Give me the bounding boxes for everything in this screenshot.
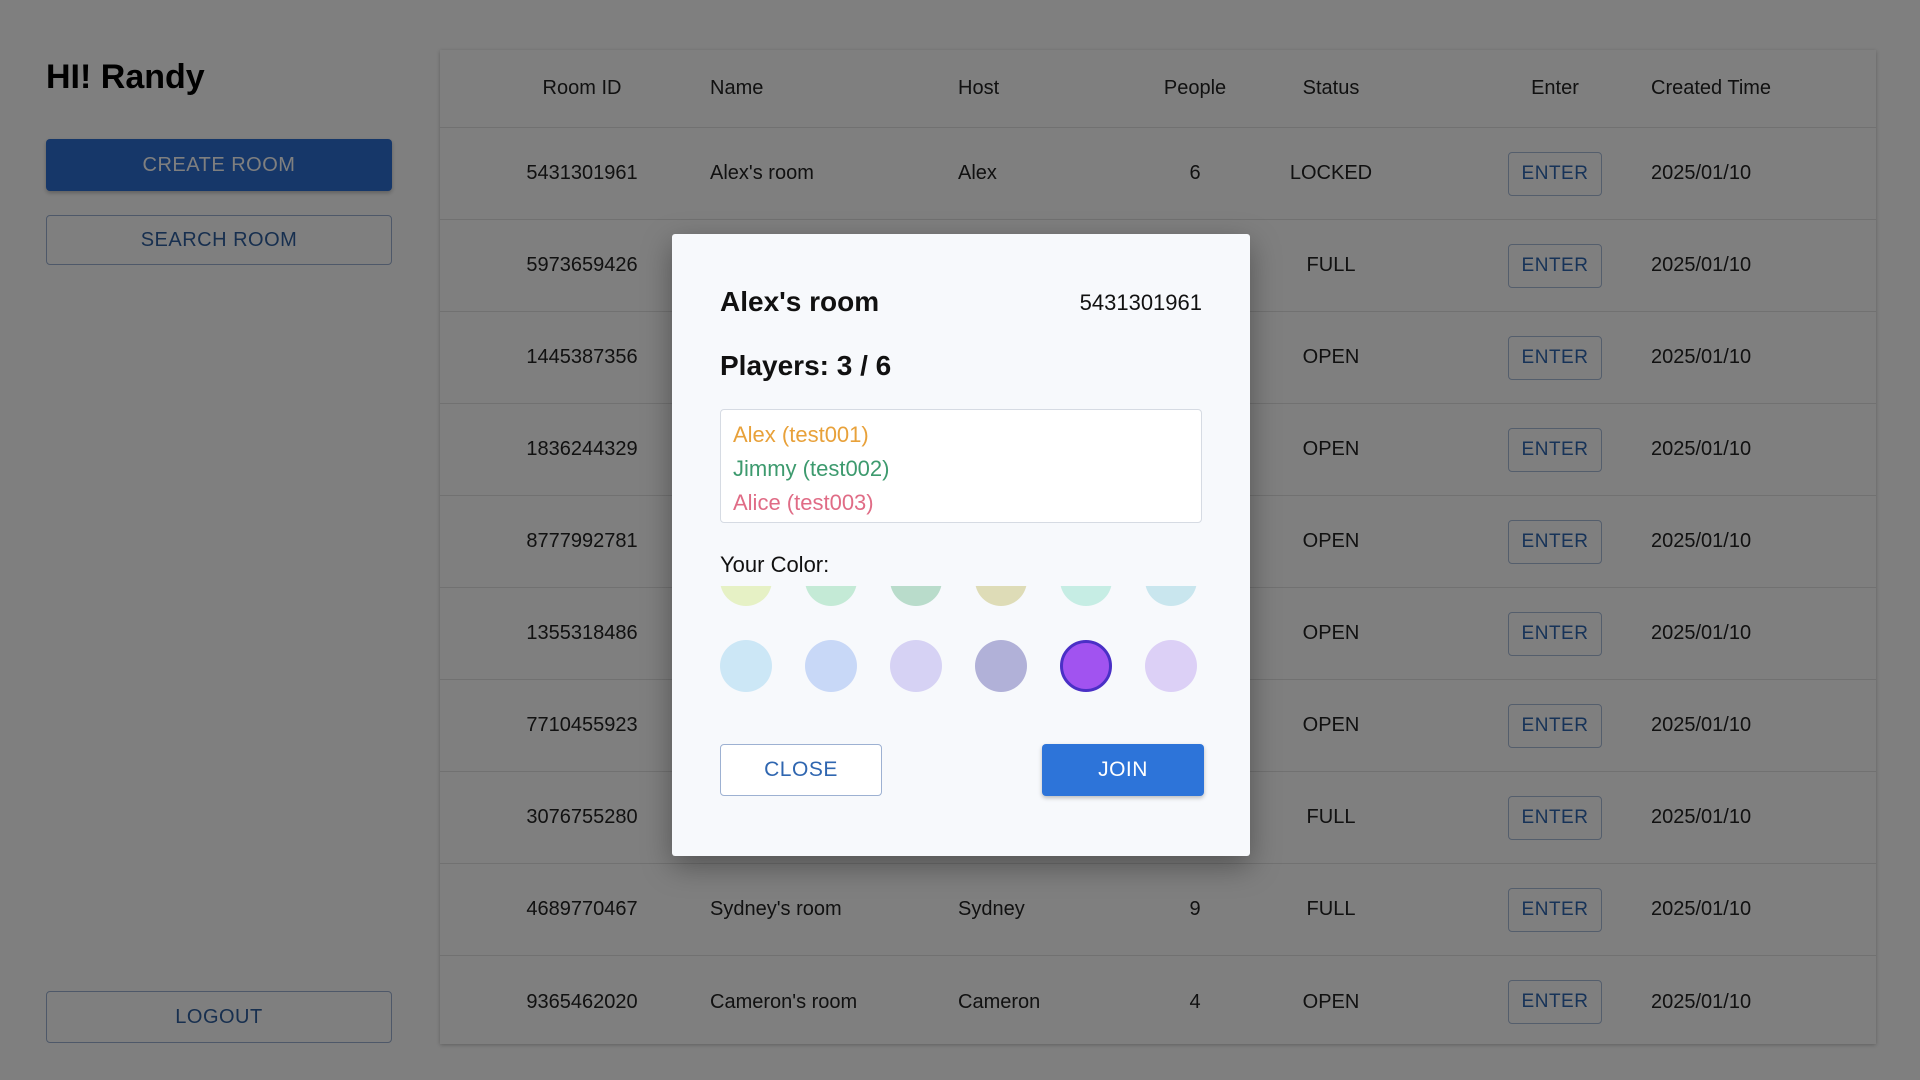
- color-swatch[interactable]: [1145, 586, 1197, 606]
- color-swatch[interactable]: [1060, 586, 1112, 606]
- color-swatch[interactable]: [975, 640, 1027, 692]
- join-button[interactable]: JOIN: [1042, 744, 1204, 796]
- player-list: Alex (test001) Jimmy (test002) Alice (te…: [720, 409, 1202, 523]
- player-item: Jimmy (test002): [733, 456, 890, 481]
- color-swatch[interactable]: [890, 640, 942, 692]
- color-swatch[interactable]: [805, 586, 857, 606]
- color-swatch[interactable]: [1145, 640, 1197, 692]
- color-swatch[interactable]: [1060, 640, 1112, 692]
- close-button[interactable]: CLOSE: [720, 744, 882, 796]
- player-item: Alex (test001): [733, 422, 869, 447]
- app-root: HI! Randy CREATE ROOM SEARCH ROOM LOGOUT…: [0, 0, 1920, 1080]
- color-swatch[interactable]: [720, 640, 772, 692]
- color-label: Your Color:: [720, 552, 830, 577]
- dialog-room-id: 5431301961: [1079, 290, 1202, 315]
- color-picker: [720, 586, 1202, 726]
- dialog-players-count: Players: 3 / 6: [720, 350, 892, 381]
- join-room-dialog: Alex's room 5431301961 Players: 3 / 6 Al…: [672, 234, 1250, 856]
- color-swatch[interactable]: [720, 586, 772, 606]
- color-swatch[interactable]: [805, 640, 857, 692]
- player-item: Alice (test003): [733, 490, 874, 515]
- color-swatch[interactable]: [975, 586, 1027, 606]
- color-swatch[interactable]: [890, 586, 942, 606]
- dialog-title: Alex's room: [720, 286, 880, 317]
